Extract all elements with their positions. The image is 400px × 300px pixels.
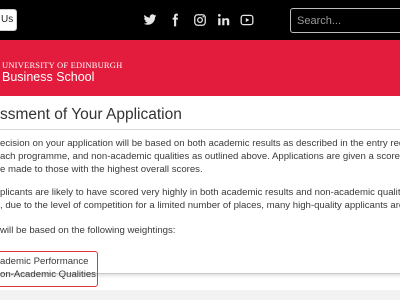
heading-divider (0, 129, 400, 130)
youtube-icon[interactable] (239, 12, 255, 28)
top-bar: Us (0, 0, 400, 40)
weighting-item-non-academic: on-Academic Qualities (0, 269, 96, 280)
contact-us-button[interactable]: Us (0, 9, 17, 31)
logo-school-text[interactable]: Business School (2, 70, 94, 84)
linkedin-icon[interactable] (216, 12, 232, 28)
header-banner: UNIVERSITY OF EDINBURGH Business School (0, 40, 400, 96)
search-input[interactable] (290, 8, 400, 33)
logo-university-text[interactable]: UNIVERSITY OF EDINBURGH (2, 60, 122, 70)
instagram-icon[interactable] (192, 12, 208, 28)
page-background-strip (0, 290, 400, 300)
paragraph-2-line-1: plicants are likely to have scored very … (0, 187, 400, 198)
paragraph-1-line-3: e made to those with the highest overall… (0, 164, 203, 175)
page-heading: ssment of Your Application (0, 106, 182, 123)
twitter-icon[interactable] (142, 12, 158, 28)
paragraph-2-line-2: , due to the level of competition for a … (0, 200, 400, 211)
paragraph-1-line-2: ach programme, and non-academic qualitie… (0, 151, 400, 162)
paragraph-3: will be based on the following weighting… (0, 225, 176, 236)
weighting-item-academic: ademic Performance (0, 256, 89, 267)
facebook-icon[interactable] (167, 12, 183, 28)
paragraph-1-line-1: ecision on your application will be base… (0, 138, 400, 149)
